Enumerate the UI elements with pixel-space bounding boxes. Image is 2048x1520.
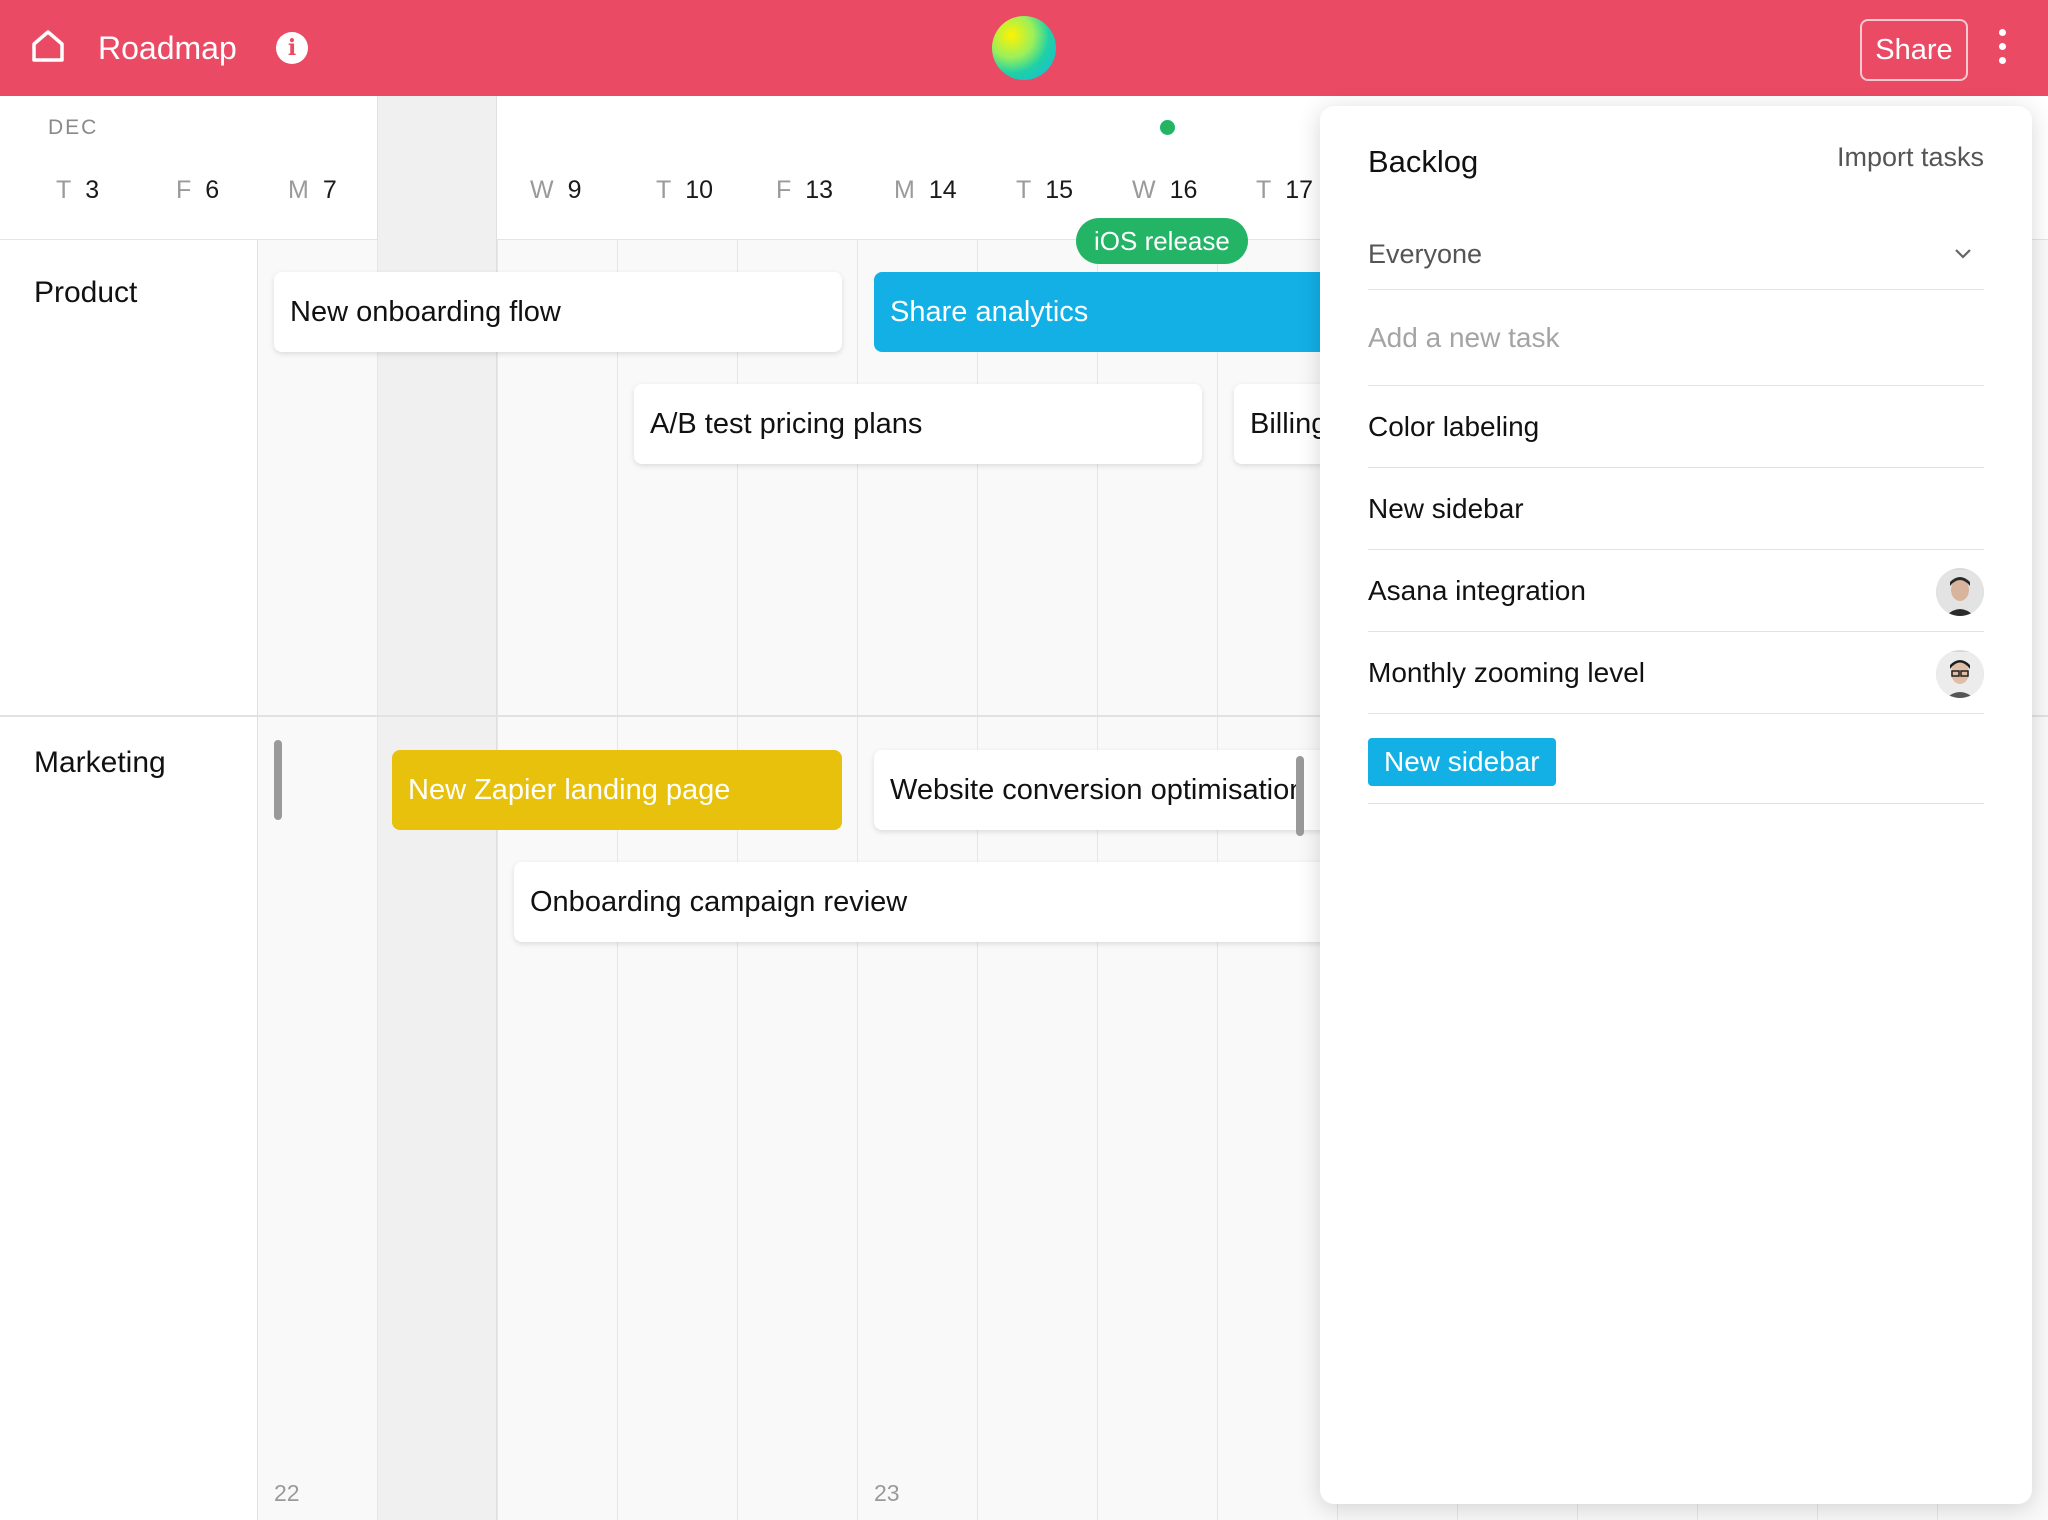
filter-value: Everyone (1368, 239, 1483, 269)
task-ab-test-pricing[interactable]: A/B test pricing plans (634, 384, 1202, 464)
milestone-ios-release[interactable]: iOS release (1076, 218, 1248, 264)
today-marker-icon (1160, 120, 1175, 135)
lane-name-marketing[interactable]: Marketing (34, 746, 166, 780)
week-number: 22 (274, 1480, 300, 1506)
resize-handle[interactable] (274, 740, 282, 820)
backlog-color-chip[interactable]: New sidebar (1368, 738, 1556, 786)
lane-name-product[interactable]: Product (34, 276, 137, 310)
import-tasks-button[interactable]: Import tasks (1837, 142, 1984, 173)
backlog-item[interactable]: Color labeling (1368, 386, 1984, 468)
home-icon[interactable] (30, 28, 66, 64)
day-header[interactable]: W 16 (1132, 176, 1197, 205)
month-label: DEC (48, 116, 99, 139)
logo-orb-icon[interactable] (992, 16, 1056, 80)
backlog-panel: Backlog Import tasks Everyone Color labe… (1320, 106, 2032, 1504)
column-line (497, 240, 498, 1520)
chevron-down-icon (1955, 249, 1971, 259)
day-header[interactable]: F6 (176, 176, 219, 205)
page-title: Roadmap (98, 30, 237, 66)
resize-handle[interactable] (1296, 756, 1304, 836)
day-header[interactable]: W9 (530, 176, 582, 205)
share-button[interactable]: Share (1860, 19, 1968, 81)
avatar (1936, 650, 1984, 698)
task-billing[interactable]: Billing (1234, 384, 1334, 464)
day-header[interactable]: M7 (288, 176, 337, 205)
backlog-item[interactable]: Asana integration (1368, 550, 1984, 632)
kebab-menu-icon[interactable] (1990, 26, 2014, 70)
day-header[interactable]: T3 (56, 176, 99, 205)
day-header[interactable]: T 17 (1256, 176, 1313, 205)
day-header[interactable]: T 15 (1016, 176, 1073, 205)
backlog-item-label: Asana integration (1368, 575, 1586, 606)
backlog-item[interactable]: New sidebar (1368, 468, 1984, 550)
assignee-filter-select[interactable]: Everyone (1368, 218, 1984, 290)
task-onboarding-campaign-review[interactable]: Onboarding campaign review (514, 862, 1334, 942)
day-header[interactable]: T 10 (656, 176, 713, 205)
day-header[interactable]: F 13 (776, 176, 833, 205)
backlog-item-label: Monthly zooming level (1368, 657, 1646, 688)
week-number: 23 (874, 1480, 900, 1506)
task-new-onboarding-flow[interactable]: New onboarding flow (274, 272, 842, 352)
lane-labels-column (0, 240, 258, 1520)
info-icon[interactable]: i (276, 32, 308, 64)
day-header[interactable]: M 14 (894, 176, 957, 205)
task-share-analytics[interactable]: Share analytics (874, 272, 1334, 352)
backlog-item[interactable]: Monthly zooming level (1368, 632, 1984, 714)
task-new-zapier-landing-page[interactable]: New Zapier landing page (392, 750, 842, 830)
avatar (1936, 568, 1984, 616)
task-website-conversion[interactable]: Website conversion optimisation (874, 750, 1334, 830)
column-line (377, 240, 378, 1520)
add-task-input[interactable] (1368, 290, 1984, 386)
top-bar: Roadmap i Share (0, 0, 2048, 96)
backlog-title: Backlog (1368, 144, 1479, 179)
backlog-item[interactable]: New sidebar (1368, 720, 1984, 804)
